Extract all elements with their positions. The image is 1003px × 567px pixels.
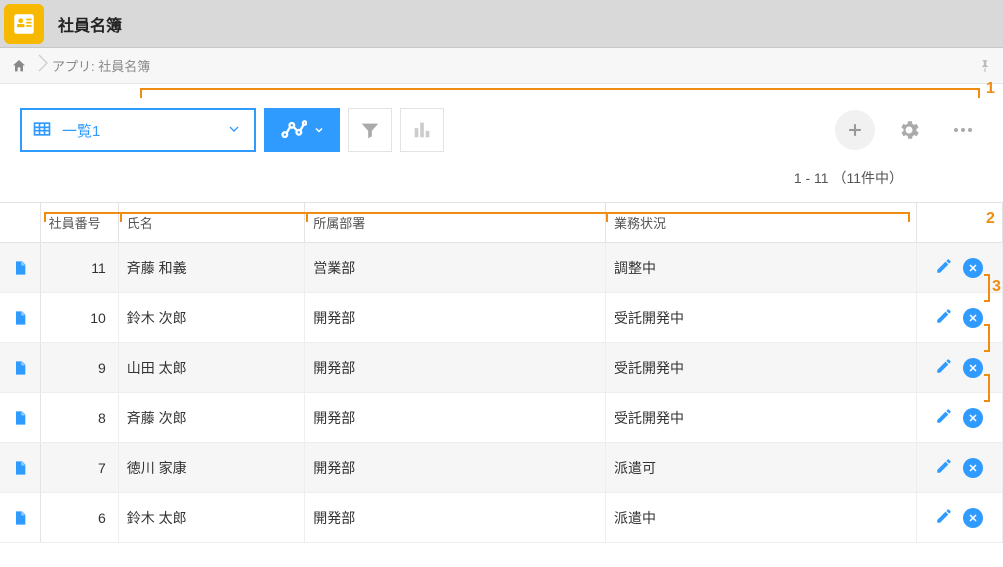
document-icon [8, 460, 32, 476]
dept-cell: 開発部 [305, 443, 606, 493]
table-row: 10鈴木 次郎開発部受託開発中 [0, 293, 1003, 343]
delete-icon[interactable] [963, 358, 983, 378]
table-row: 7徳川 家康開発部派遣可 [0, 443, 1003, 493]
breadcrumb-label: アプリ: 社員名簿 [52, 56, 150, 75]
view-selector[interactable]: 一覧1 [20, 108, 256, 152]
col-empno[interactable]: 社員番号 [40, 203, 118, 243]
edit-icon[interactable] [935, 357, 953, 378]
table-row: 11斉藤 和義営業部調整中 [0, 243, 1003, 293]
delete-icon[interactable] [963, 308, 983, 328]
col-dept[interactable]: 所属部署 [305, 203, 606, 243]
pin-icon[interactable] [975, 56, 995, 76]
name-cell: 鈴木 次郎 [118, 293, 304, 343]
col-status[interactable]: 業務状況 [605, 203, 916, 243]
breadcrumb-separator [38, 54, 48, 77]
delete-icon[interactable] [963, 408, 983, 428]
table-row: 6鈴木 太郎開発部派遣中 [0, 493, 1003, 543]
edit-icon[interactable] [935, 457, 953, 478]
name-cell: 山田 太郎 [118, 343, 304, 393]
col-detail [0, 203, 40, 243]
name-cell: 鈴木 太郎 [118, 493, 304, 543]
edit-icon[interactable] [935, 307, 953, 328]
col-actions [916, 203, 1002, 243]
actions-cell [916, 393, 1002, 443]
dept-cell: 開発部 [305, 493, 606, 543]
dept-cell: 開発部 [305, 293, 606, 343]
detail-cell[interactable] [0, 343, 40, 393]
status-cell: 受託開発中 [605, 343, 916, 393]
add-button[interactable] [835, 110, 875, 150]
graph-button[interactable] [264, 108, 340, 152]
document-icon [8, 510, 32, 526]
name-cell: 徳川 家康 [118, 443, 304, 493]
name-cell: 斉藤 次郎 [118, 393, 304, 443]
document-icon [8, 410, 32, 426]
app-title: 社員名簿 [58, 12, 122, 36]
table-row: 9山田 太郎開発部受託開発中 [0, 343, 1003, 393]
empno-cell: 10 [40, 293, 118, 343]
view-selector-label: 一覧1 [62, 120, 226, 141]
status-cell: 受託開発中 [605, 293, 916, 343]
chart-button[interactable] [400, 108, 444, 152]
actions-cell [916, 493, 1002, 543]
actions-cell [916, 343, 1002, 393]
empno-cell: 9 [40, 343, 118, 393]
pagination-text: 1 - 11 （11件中） [0, 160, 1003, 202]
dept-cell: 営業部 [305, 243, 606, 293]
data-table: 社員番号 氏名 所属部署 業務状況 11斉藤 和義営業部調整中10鈴木 次郎開発… [0, 202, 1003, 543]
actions-cell [916, 243, 1002, 293]
delete-icon[interactable] [963, 508, 983, 528]
app-icon [4, 4, 44, 44]
dept-cell: 開発部 [305, 393, 606, 443]
actions-cell [916, 443, 1002, 493]
detail-cell[interactable] [0, 493, 40, 543]
filter-button[interactable] [348, 108, 392, 152]
delete-icon[interactable] [963, 458, 983, 478]
edit-icon[interactable] [935, 257, 953, 278]
settings-button[interactable] [889, 110, 929, 150]
table-header-row: 社員番号 氏名 所属部署 業務状況 [0, 203, 1003, 243]
edit-icon[interactable] [935, 407, 953, 428]
status-cell: 調整中 [605, 243, 916, 293]
actions-cell [916, 293, 1002, 343]
delete-icon[interactable] [963, 258, 983, 278]
more-button[interactable] [943, 110, 983, 150]
toolbar: 一覧1 [0, 84, 1003, 160]
document-icon [8, 310, 32, 326]
edit-icon[interactable] [935, 507, 953, 528]
app-header: 社員名簿 [0, 0, 1003, 48]
status-cell: 派遣可 [605, 443, 916, 493]
table-row: 8斉藤 次郎開発部受託開発中 [0, 393, 1003, 443]
col-name[interactable]: 氏名 [118, 203, 304, 243]
empno-cell: 11 [40, 243, 118, 293]
name-cell: 斉藤 和義 [118, 243, 304, 293]
document-icon [8, 360, 32, 376]
empno-cell: 6 [40, 493, 118, 543]
grid-icon [32, 119, 52, 142]
detail-cell[interactable] [0, 293, 40, 343]
detail-cell[interactable] [0, 243, 40, 293]
document-icon [8, 260, 32, 276]
dept-cell: 開発部 [305, 343, 606, 393]
breadcrumb-bar: アプリ: 社員名簿 [0, 48, 1003, 84]
detail-cell[interactable] [0, 443, 40, 493]
empno-cell: 8 [40, 393, 118, 443]
empno-cell: 7 [40, 443, 118, 493]
home-icon[interactable] [10, 57, 28, 75]
chevron-down-icon [226, 121, 242, 140]
status-cell: 派遣中 [605, 493, 916, 543]
detail-cell[interactable] [0, 393, 40, 443]
status-cell: 受託開発中 [605, 393, 916, 443]
